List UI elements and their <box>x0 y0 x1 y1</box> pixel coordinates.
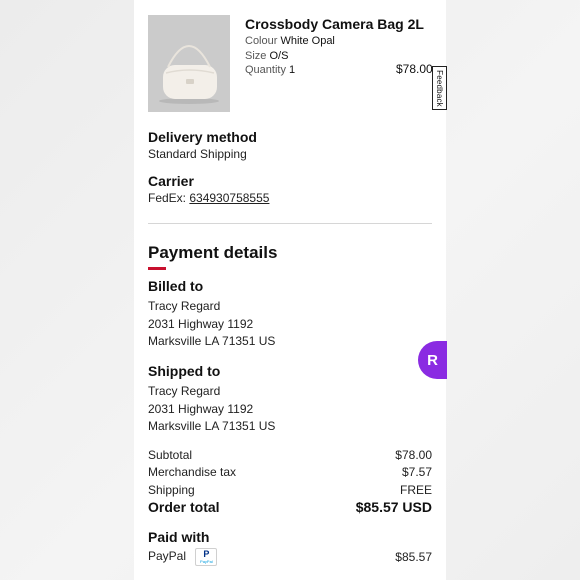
shipped-to-name: Tracy Regard <box>148 384 221 398</box>
feedback-label: Feedback <box>435 69 445 107</box>
carrier-info: FedEx: 634930758555 <box>148 191 269 205</box>
rewards-letter: R <box>427 351 438 369</box>
subtotal-row: Subtotal $78.00 <box>148 448 432 462</box>
paid-with-heading: Paid with <box>148 529 210 545</box>
product-colour: Colour White Opal <box>245 35 335 47</box>
shipped-to-city: Marksville LA 71351 US <box>148 419 276 433</box>
size-label: Size <box>245 50 267 62</box>
carrier-name: FedEx: <box>148 191 187 205</box>
carrier-heading: Carrier <box>148 173 194 189</box>
tax-value: $7.57 <box>401 465 432 479</box>
order-total-value: $85.57 USD <box>355 499 432 515</box>
paid-with-row: PayPal P PayPal $85.57 <box>148 548 432 566</box>
billed-to-heading: Billed to <box>148 278 204 294</box>
subtotal-label: Subtotal <box>148 448 193 462</box>
payment-method-label: PayPal <box>148 549 187 564</box>
order-total-row: Order total $85.57 USD <box>148 499 432 515</box>
tax-label: Merchandise tax <box>148 465 237 479</box>
paypal-icon: P PayPal <box>195 548 218 566</box>
subtotal-value: $78.00 <box>395 448 432 462</box>
order-total-label: Order total <box>148 499 220 515</box>
shipping-value: FREE <box>399 483 432 497</box>
billed-to-name: Tracy Regard <box>148 299 221 313</box>
product-price: $78.00 <box>396 62 433 76</box>
billed-to-street: 2031 Highway 1192 <box>148 317 254 331</box>
product-size: Size O/S <box>245 50 288 62</box>
tracking-number-link[interactable]: 634930758555 <box>189 191 269 205</box>
quantity-value: 1 <box>289 64 296 76</box>
shipped-to-heading: Shipped to <box>148 363 221 379</box>
paypal-logo-word: PayPal <box>200 559 213 564</box>
payment-method: PayPal P PayPal <box>148 548 218 566</box>
colour-value: White Opal <box>280 35 335 47</box>
section-divider <box>148 223 432 224</box>
quantity-label: Quantity <box>245 64 286 76</box>
tax-row: Merchandise tax $7.57 <box>148 465 432 479</box>
product-quantity: Quantity 1 <box>245 64 295 76</box>
billed-to-city: Marksville LA 71351 US <box>148 334 276 348</box>
paid-amount: $85.57 <box>395 550 432 564</box>
product-title[interactable]: Crossbody Camera Bag 2L <box>245 16 424 32</box>
delivery-method-value: Standard Shipping <box>148 147 247 161</box>
paypal-logo-letter: P <box>203 549 210 559</box>
heading-accent-bar <box>148 267 166 270</box>
shipping-label: Shipping <box>148 483 195 497</box>
shipped-to-street: 2031 Highway 1192 <box>148 402 254 416</box>
camera-bag-image <box>148 15 230 112</box>
colour-label: Colour <box>245 35 278 47</box>
feedback-tab[interactable]: Feedback <box>432 66 447 110</box>
shipping-row: Shipping FREE <box>148 483 432 497</box>
delivery-method-heading: Delivery method <box>148 129 257 145</box>
payment-details-heading: Payment details <box>148 243 278 262</box>
product-image[interactable] <box>148 15 230 112</box>
size-value: O/S <box>269 50 289 62</box>
